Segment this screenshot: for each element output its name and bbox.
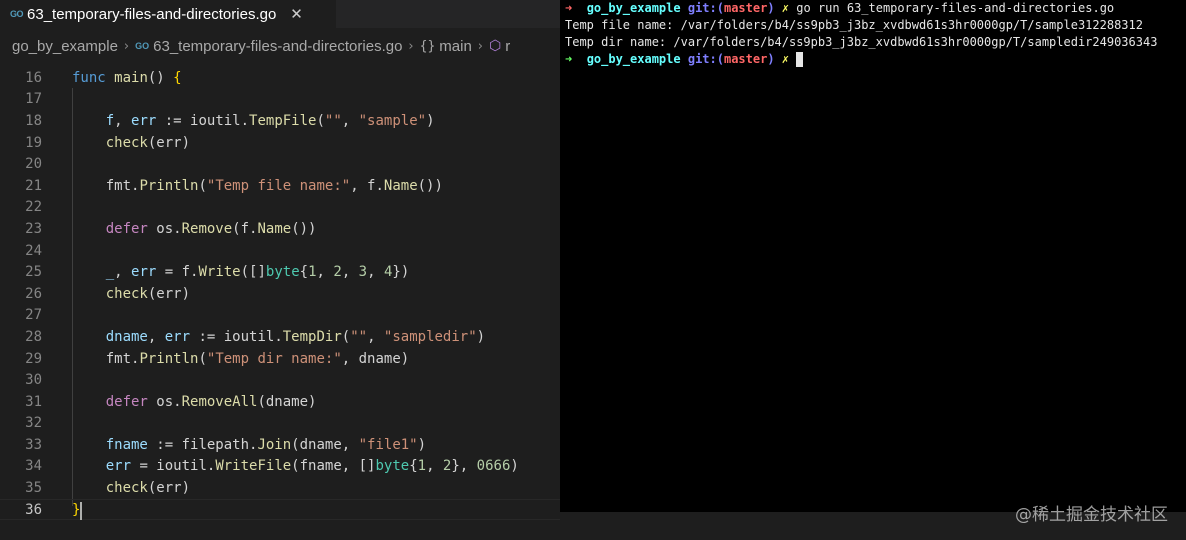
terminal-output-line: Temp file name: /var/folders/b4/ss9pb3_j… (565, 18, 1143, 32)
line-number: 21 (25, 177, 42, 194)
code-line: 27 (0, 305, 560, 327)
text-cursor (80, 502, 82, 520)
line-number: 23 (25, 220, 42, 237)
prompt-branch: master (723, 52, 768, 66)
tab-bar: GO 63_temporary-files-and-directories.go… (0, 0, 560, 28)
tab-label: 63_temporary-files-and-directories.go (27, 5, 277, 23)
code-text: fname := filepath.Join(dname, "file1") (105, 436, 427, 453)
code-text: fmt.Println("Temp dir name:", dname) (105, 350, 410, 367)
code-text: check(err) (105, 285, 191, 302)
code-line: 24 (0, 240, 560, 262)
line-number: 30 (25, 372, 42, 389)
code-line: 33 fname := filepath.Join(dname, "file1"… (0, 434, 560, 456)
code-text: check(err) (105, 480, 191, 497)
code-editor[interactable]: GO 63_temporary-files-and-directories.go… (0, 0, 560, 540)
code-text: f, err := ioutil.TempFile("", "sample") (105, 112, 435, 129)
code-text: func main() { (72, 69, 182, 86)
code-line: 30 (0, 369, 560, 391)
line-number: 19 (25, 134, 42, 151)
code-line: 18 f, err := ioutil.TempFile("", "sample… (0, 110, 560, 132)
prompt-git-close: ) (767, 52, 775, 66)
prompt-arrow-icon: ➜ (565, 52, 573, 66)
prompt-git: git:( (687, 1, 724, 15)
code-line: 23 defer os.Remove(f.Name()) (0, 218, 560, 240)
chevron-right-icon: › (123, 38, 130, 54)
line-number: 28 (25, 328, 42, 345)
line-number: 25 (25, 264, 42, 281)
code-line: 28 dname, err := ioutil.TempDir("", "sam… (0, 326, 560, 348)
code-text: check(err) (105, 134, 191, 151)
code-line: 32 (0, 413, 560, 435)
braces-icon: {} (419, 38, 436, 54)
terminal-output-line: Temp dir name: /var/folders/b4/ss9pb3_j3… (565, 35, 1158, 49)
chevron-right-icon: › (408, 38, 414, 54)
cube-icon: ⬡ (489, 38, 502, 54)
code-line: 16 func main() { (0, 67, 560, 89)
dirty-icon: ✗ (781, 52, 790, 66)
tab-active-file[interactable]: GO 63_temporary-files-and-directories.go… (0, 0, 336, 28)
line-number: 24 (25, 242, 42, 259)
prompt-dir: go_by_example (586, 52, 681, 66)
code-text: fmt.Println("Temp file name:", f.Name()) (105, 177, 443, 194)
prompt-arrow-icon: ➜ (565, 1, 573, 15)
prompt-git: git:( (687, 52, 724, 66)
code-text: defer os.Remove(f.Name()) (105, 220, 317, 237)
code-line: 22 (0, 197, 560, 219)
code-text: err = ioutil.WriteFile(fname, []byte{1, … (105, 458, 519, 475)
terminal-prompt-line: ➜ go_by_example git:(master) ✗ (565, 51, 804, 68)
breadcrumb: go_by_example › GO 63_temporary-files-an… (0, 34, 560, 58)
line-number: 18 (25, 112, 42, 129)
code-line: 21 fmt.Println("Temp file name:", f.Name… (0, 175, 560, 197)
dirty-icon: ✗ (781, 1, 790, 15)
go-file-icon: GO (10, 9, 24, 19)
watermark: @稀土掘金技术社区 (1015, 505, 1168, 525)
code-line: 17 (0, 89, 560, 111)
terminal-command: go run 63_temporary-files-and-directorie… (796, 1, 1115, 15)
code-line: 26 check(err) (0, 283, 560, 305)
line-number: 31 (25, 393, 42, 410)
line-number: 17 (25, 91, 42, 108)
code-text: defer os.RemoveAll(dname) (105, 393, 317, 410)
line-number: 34 (25, 458, 42, 475)
terminal-command-line: ➜ go_by_example git:(master) ✗ go run 63… (565, 0, 1114, 17)
line-number: 32 (25, 415, 42, 432)
line-number: 27 (25, 307, 42, 324)
code-line-current: 36 } (0, 498, 560, 521)
code-line: 31 defer os.RemoveAll(dname) (0, 391, 560, 413)
breadcrumb-trail[interactable]: r (505, 38, 510, 55)
terminal-cursor (796, 52, 804, 67)
code-line: 19 check(err) (0, 132, 560, 154)
prompt-dir: go_by_example (586, 1, 681, 15)
current-line-highlight (0, 498, 560, 521)
line-number: 26 (25, 285, 42, 302)
code-text: dname, err := ioutil.TempDir("", "sample… (105, 328, 486, 345)
line-number: 20 (25, 156, 42, 173)
line-number: 33 (25, 436, 42, 453)
line-number: 16 (25, 69, 42, 86)
code-line: 34 err = ioutil.WriteFile(fname, []byte{… (0, 456, 560, 478)
code-line: 35 check(err) (0, 477, 560, 499)
breadcrumb-folder[interactable]: go_by_example (12, 38, 118, 55)
line-number: 22 (25, 199, 42, 216)
prompt-branch: master (723, 1, 768, 15)
code-area[interactable]: 16 func main() { 17 18 f, err := ioutil.… (0, 67, 560, 521)
chevron-right-icon: › (477, 38, 483, 54)
code-text: _, err = f.Write([]byte{1, 2, 3, 4}) (105, 264, 410, 281)
code-line: 20 (0, 153, 560, 175)
breadcrumb-symbol[interactable]: main (439, 38, 472, 55)
go-file-icon: GO (135, 41, 150, 51)
terminal-panel[interactable]: ➜ go_by_example git:(master) ✗ go run 63… (560, 0, 1186, 512)
code-line: 29 fmt.Println("Temp dir name:", dname) (0, 348, 560, 370)
breadcrumb-file[interactable]: 63_temporary-files-and-directories.go (153, 38, 402, 55)
code-line: 25 _, err = f.Write([]byte{1, 2, 3, 4}) (0, 261, 560, 283)
line-number: 29 (25, 350, 42, 367)
line-number: 35 (25, 480, 42, 497)
close-icon[interactable]: ✕ (290, 5, 303, 23)
prompt-git-close: ) (767, 1, 775, 15)
